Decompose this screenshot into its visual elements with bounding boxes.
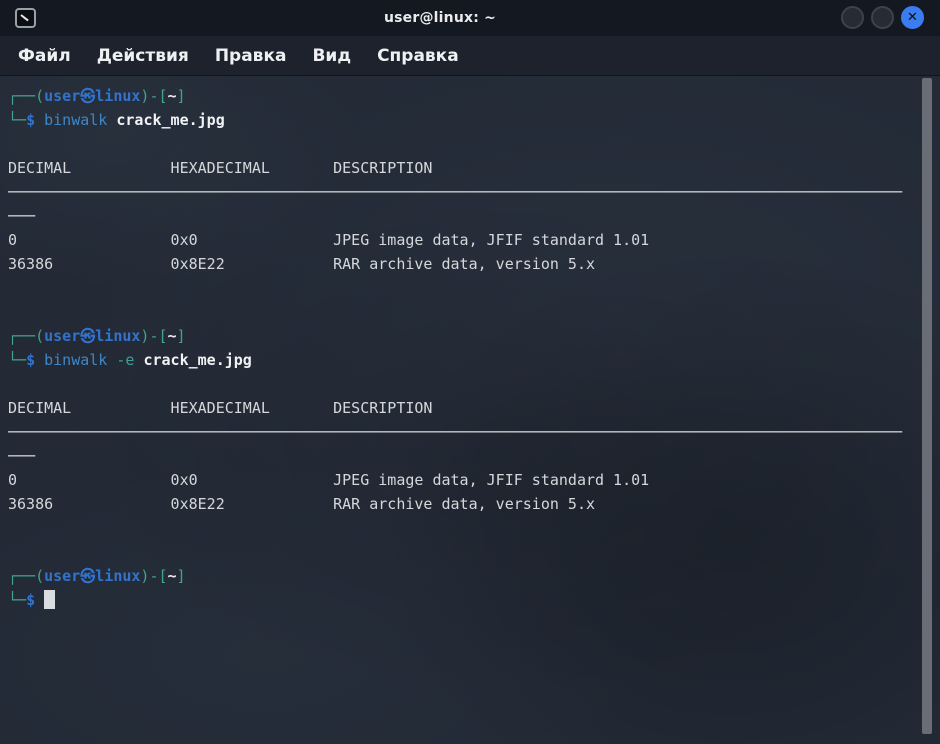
prompt-line: ┌──(user㉿linux)-[~]	[8, 324, 940, 348]
maximize-button[interactable]	[871, 6, 894, 29]
prompt-line: ┌──(user㉿linux)-[~]	[8, 564, 940, 588]
binwalk-result-row: 0 0x0 JPEG image data, JFIF standard 1.0…	[8, 228, 940, 252]
terminal-window: user@linux: ~ ✕ Файл Действия Правка Вид…	[0, 0, 940, 744]
prompt-frame-open: ┌──(	[8, 87, 44, 105]
prompt-host: linux	[95, 87, 140, 105]
prompt-path: ~	[168, 87, 177, 105]
binwalk-separator: ────────────────────────────────────────…	[8, 180, 940, 204]
binwalk-result-row: 0 0x0 JPEG image data, JFIF standard 1.0…	[8, 468, 940, 492]
terminal-content: ┌──(user㉿linux)-[~] └─$ binwalk crack_me…	[0, 76, 940, 612]
blank-line	[8, 300, 940, 324]
command-text: binwalk	[35, 111, 107, 129]
menu-help[interactable]: Справка	[377, 46, 459, 66]
binwalk-header-row: DECIMAL HEXADECIMAL DESCRIPTION	[8, 396, 940, 420]
prompt-frame-mid: )-[	[140, 567, 167, 585]
prompt-frame-tail: └─	[8, 351, 26, 369]
prompt-dollar: $	[26, 351, 35, 369]
prompt-path: ~	[168, 327, 177, 345]
prompt-frame-tail: └─	[8, 591, 26, 609]
minimize-button[interactable]	[841, 6, 864, 29]
command-filename: crack_me.jpg	[107, 111, 224, 129]
blank-line	[8, 372, 940, 396]
window-title: user@linux: ~	[0, 10, 940, 26]
menu-view[interactable]: Вид	[312, 46, 351, 66]
prompt-host: linux	[95, 327, 140, 345]
prompt-frame-mid: )-[	[140, 327, 167, 345]
prompt-at-symbol: ㉿	[80, 567, 95, 585]
close-button[interactable]: ✕	[901, 6, 924, 29]
prompt-user: user	[44, 567, 80, 585]
blank-line	[8, 516, 940, 540]
binwalk-separator: ────────────────────────────────────────…	[8, 420, 940, 444]
prompt-user: user	[44, 327, 80, 345]
prompt-frame-open: ┌──(	[8, 567, 44, 585]
binwalk-result-row: 36386 0x8E22 RAR archive data, version 5…	[8, 492, 940, 516]
scrollbar-track[interactable]	[914, 78, 940, 743]
binwalk-separator-wrap: ───	[8, 204, 940, 228]
titlebar[interactable]: user@linux: ~ ✕	[0, 0, 940, 36]
prompt-frame-close: ]	[177, 567, 186, 585]
prompt-at-symbol: ㉿	[80, 87, 95, 105]
window-controls: ✕	[841, 6, 924, 29]
prompt-dollar: $	[26, 111, 35, 129]
blank-line	[8, 276, 940, 300]
menu-actions[interactable]: Действия	[97, 46, 189, 66]
prompt-frame-mid: )-[	[140, 87, 167, 105]
prompt-host: linux	[95, 567, 140, 585]
menu-file[interactable]: Файл	[18, 46, 71, 66]
prompt-dollar: $	[26, 591, 35, 609]
menubar: Файл Действия Правка Вид Справка	[0, 36, 940, 76]
terminal-cursor	[44, 590, 55, 609]
command-line: └─$ binwalk crack_me.jpg	[8, 108, 940, 132]
terminal-app-icon[interactable]	[15, 8, 36, 28]
prompt-line: ┌──(user㉿linux)-[~]	[8, 84, 940, 108]
command-text: binwalk	[35, 351, 107, 369]
blank-line	[8, 540, 940, 564]
blank-line	[8, 132, 940, 156]
scrollbar-thumb[interactable]	[922, 78, 932, 734]
terminal-viewport[interactable]: ┌──(user㉿linux)-[~] └─$ binwalk crack_me…	[0, 76, 940, 743]
prompt-frame-open: ┌──(	[8, 327, 44, 345]
binwalk-result-row: 36386 0x8E22 RAR archive data, version 5…	[8, 252, 940, 276]
prompt-user: user	[44, 87, 80, 105]
active-command-line[interactable]: └─$	[8, 588, 940, 612]
command-args: -e	[107, 351, 134, 369]
prompt-path: ~	[168, 567, 177, 585]
command-filename: crack_me.jpg	[134, 351, 251, 369]
menu-edit[interactable]: Правка	[215, 46, 287, 66]
prompt-frame-close: ]	[177, 327, 186, 345]
binwalk-header-row: DECIMAL HEXADECIMAL DESCRIPTION	[8, 156, 940, 180]
binwalk-separator-wrap: ───	[8, 444, 940, 468]
terminal-cursor-glyph	[20, 14, 28, 21]
prompt-frame-close: ]	[177, 87, 186, 105]
command-line: └─$ binwalk -e crack_me.jpg	[8, 348, 940, 372]
prompt-frame-tail: └─	[8, 111, 26, 129]
prompt-at-symbol: ㉿	[80, 327, 95, 345]
